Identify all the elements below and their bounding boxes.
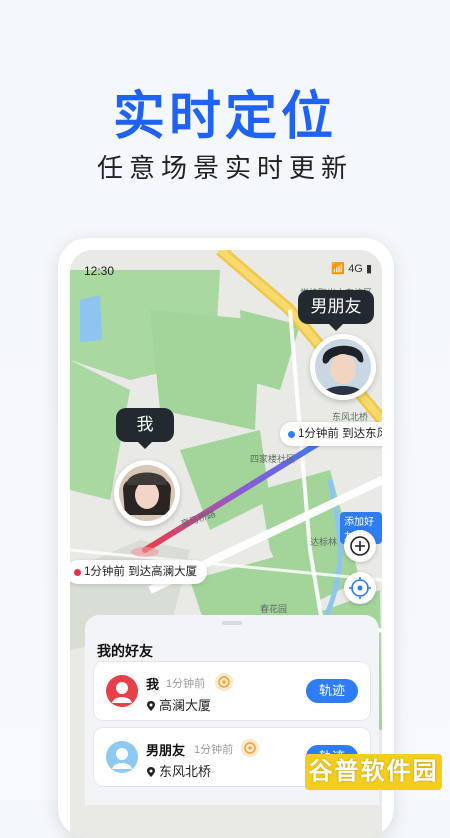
friend-card-me[interactable]: 我 1分钟前 高澜大厦 轨迹: [93, 661, 371, 721]
map-label-dabiaolin: 达标林: [310, 537, 338, 547]
friend-place-text: 高澜大厦: [159, 698, 212, 713]
me-location-tip: 1分钟前 到达高澜大厦: [70, 560, 208, 584]
friend-place-text: 东风北桥: [159, 764, 212, 779]
location-pin-icon: [147, 701, 155, 711]
friend-place: 高澜大厦: [146, 695, 211, 714]
boyfriend-avatar-icon: [106, 741, 138, 773]
friend-place: 东风北桥: [146, 761, 211, 780]
me-avatar: [119, 465, 175, 521]
locate-target-icon: [241, 739, 259, 757]
map-label-community: 四家楼社区: [250, 454, 296, 464]
network-label: 4G: [348, 263, 363, 275]
me-pin[interactable]: [114, 460, 180, 526]
boyfriend-avatar: [315, 339, 371, 395]
friend-name: 我: [146, 677, 160, 692]
boyfriend-tip-text: 1分钟前 到达东风北桥: [298, 428, 382, 440]
me-tip-text: 1分钟前 到达高澜大厦: [84, 566, 198, 578]
me-bubble: 我: [116, 408, 174, 449]
track-button[interactable]: 轨迹: [306, 679, 358, 703]
battery-icon: ▮: [365, 263, 372, 275]
boyfriend-bubble: 男朋友: [298, 290, 374, 331]
hero-title: 实时定位: [112, 88, 337, 146]
boyfriend-pin[interactable]: [310, 334, 376, 400]
locate-button[interactable]: [344, 572, 376, 604]
locate-target-icon: [215, 673, 233, 691]
boyfriend-location-tip: 1分钟前 到达东风北桥: [280, 422, 382, 446]
watermark-logo: 谷普软件园: [305, 754, 442, 790]
me-avatar-icon: [106, 675, 138, 707]
plus-icon: [350, 536, 370, 556]
friend-time: 1分钟前: [166, 678, 206, 690]
crosshair-icon: [349, 577, 371, 599]
sheet-handle[interactable]: [222, 621, 242, 625]
friend-name: 男朋友: [146, 743, 186, 758]
add-friend-button[interactable]: [344, 530, 376, 562]
sheet-title: 我的好友: [97, 643, 153, 659]
friend-time: 1分钟前: [194, 744, 234, 756]
hero-subtitle: 任意场景实时更新: [96, 153, 353, 183]
map-label-chunhuayuan: 春花园: [260, 604, 288, 614]
location-pin-icon: [147, 767, 155, 777]
status-icons: 📶 4G ▮: [331, 262, 372, 275]
blue-dot-icon: [288, 431, 295, 438]
status-time: 12:30: [84, 264, 115, 278]
red-dot-icon: [74, 569, 81, 576]
wifi-icon: 📶: [331, 263, 346, 275]
